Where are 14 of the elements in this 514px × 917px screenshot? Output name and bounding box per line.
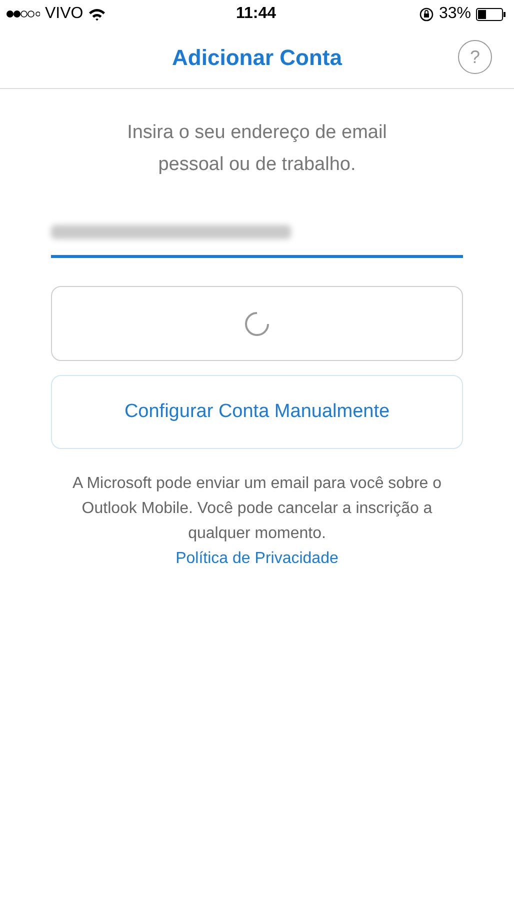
status-time: 11:44: [236, 5, 276, 23]
carrier-name: VIVO: [45, 5, 84, 23]
signal-icon: [6, 10, 40, 18]
battery-icon: [476, 8, 506, 20]
wifi-icon: [88, 8, 106, 20]
disclaimer-text: A Microsoft pode enviar um email para você sobre o Outlook Mobile. Você pode cancelar a inscrição a qualquer momento.: [71, 474, 443, 544]
loading-spinner-icon: [244, 310, 270, 336]
privacy-policy-link[interactable]: Política de Privacidade: [176, 546, 338, 571]
instruction-text: Insira o seu endereço de email pessoal ou de trabalho.: [126, 121, 388, 177]
help-button[interactable]: ?: [458, 40, 492, 74]
rotation-lock-icon: [418, 6, 434, 22]
screen-title: Adicionar Conta: [172, 45, 342, 71]
battery-percent: 33%: [438, 5, 471, 23]
manual-setup-button[interactable]: Configurar Conta Manualmente: [51, 375, 463, 449]
